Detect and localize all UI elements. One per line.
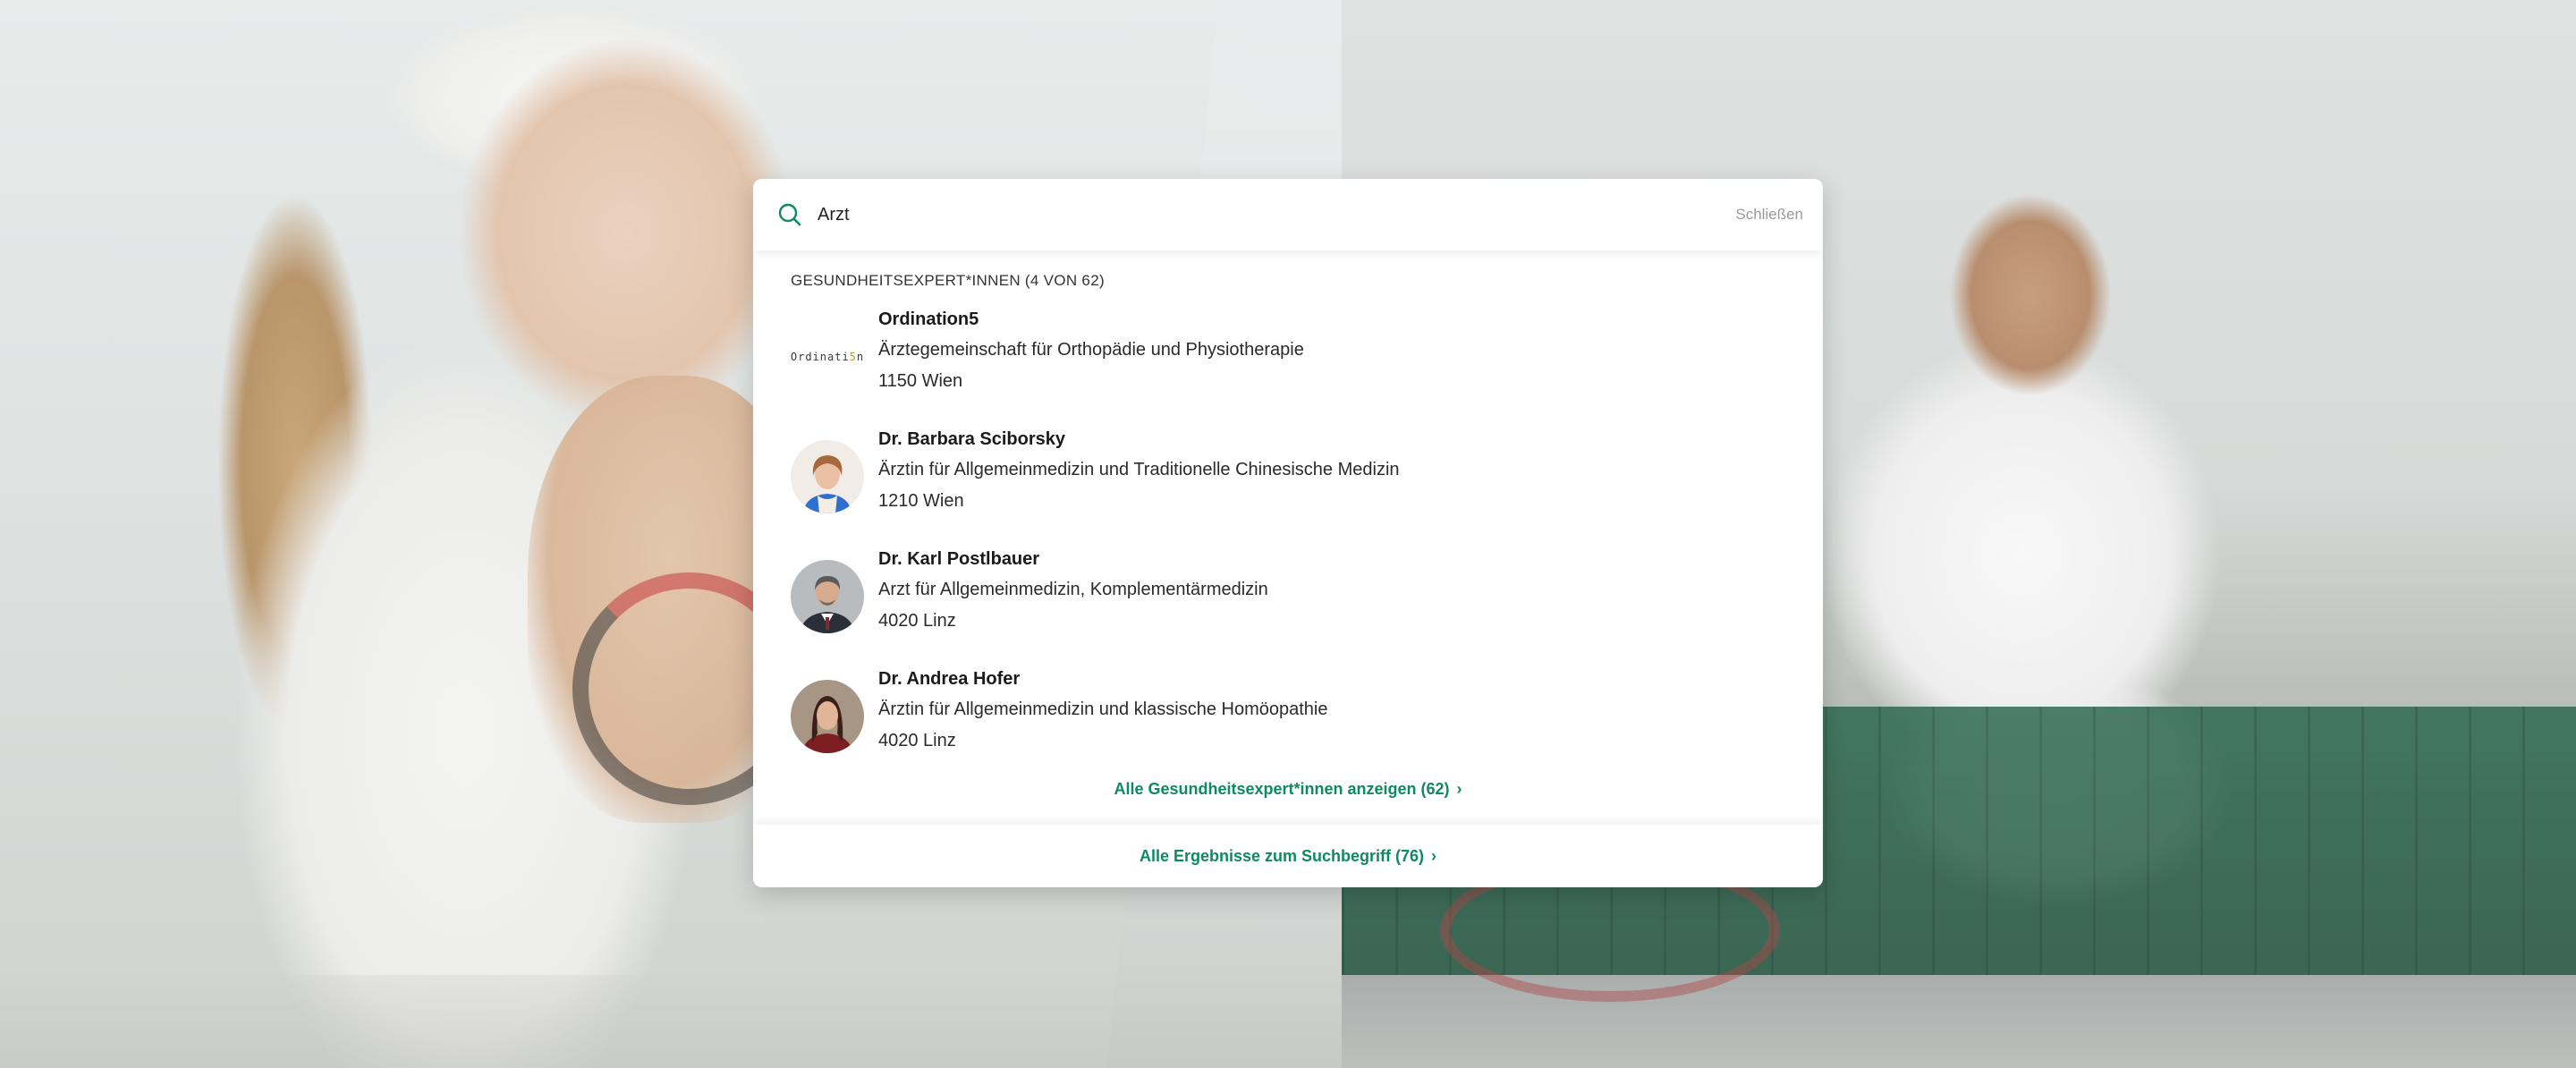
result-name: Dr. Barbara Sciborsky [878,429,1065,449]
result-description: Arzt für Allgemeinmedizin, Komplementärm… [878,580,1268,599]
result-description: Ärztegemeinschaft für Orthopädie und Phy… [878,340,1304,360]
result-item[interactable]: Dr. Barbara Sciborsky Ärztin für Allgeme… [791,424,1775,544]
avatar [791,680,864,753]
all-results-link[interactable]: Alle Ergebnisse zum Suchbegriff (76) › [1140,847,1436,866]
result-address: 1210 Wien [878,491,964,511]
chevron-right-icon: › [1431,846,1437,865]
result-description: Ärztin für Allgemeinmedizin und klassisc… [878,699,1328,719]
result-address: 1150 Wien [878,371,963,391]
search-bar: Schließen [753,179,1823,250]
result-address: 4020 Linz [878,731,956,750]
result-description: Ärztin für Allgemeinmedizin und Traditio… [878,460,1400,479]
result-name: Dr. Karl Postlbauer [878,549,1040,569]
avatar [791,560,864,633]
result-address: 4020 Linz [878,611,956,631]
ordination5-logo: Ordinati 5 n [791,351,864,363]
background-court-left [0,975,1377,1068]
result-text: Dr. Karl Postlbauer Arzt für Allgemeinme… [878,544,1268,637]
result-text: Ordination5 Ärztegemeinschaft für Orthop… [878,304,1304,397]
result-item[interactable]: Dr. Karl Postlbauer Arzt für Allgemeinme… [791,544,1775,664]
search-input[interactable] [818,204,1736,225]
chevron-right-icon: › [1456,780,1462,798]
show-all-experts-link[interactable]: Alle Gesundheitsexpert*innen anzeigen (6… [753,780,1823,799]
section-title: GESUNDHEITSEXPERT*INNEN (4 VON 62) [791,272,1105,289]
search-icon [775,199,805,230]
result-text: Dr. Andrea Hofer Ärztin für Allgemeinmed… [878,664,1327,757]
avatar [791,440,864,513]
results-list: Ordinati 5 n Ordination5 Ärztegemeinschaft… [791,304,1775,784]
result-text: Dr. Barbara Sciborsky Ärztin für Allgeme… [878,424,1400,517]
result-item[interactable]: Ordinati 5 n Ordination5 Ärztegemeinschaft… [791,304,1775,424]
footer-bar: Alle Ergebnisse zum Suchbegriff (76) › [753,825,1823,887]
result-name: Ordination5 [878,309,979,329]
result-name: Dr. Andrea Hofer [878,669,1021,689]
search-panel: Schließen GESUNDHEITSEXPERT*INNEN (4 VON… [753,179,1823,887]
close-button[interactable]: Schließen [1735,206,1803,224]
result-item[interactable]: Dr. Andrea Hofer Ärztin für Allgemeinmed… [791,664,1775,784]
